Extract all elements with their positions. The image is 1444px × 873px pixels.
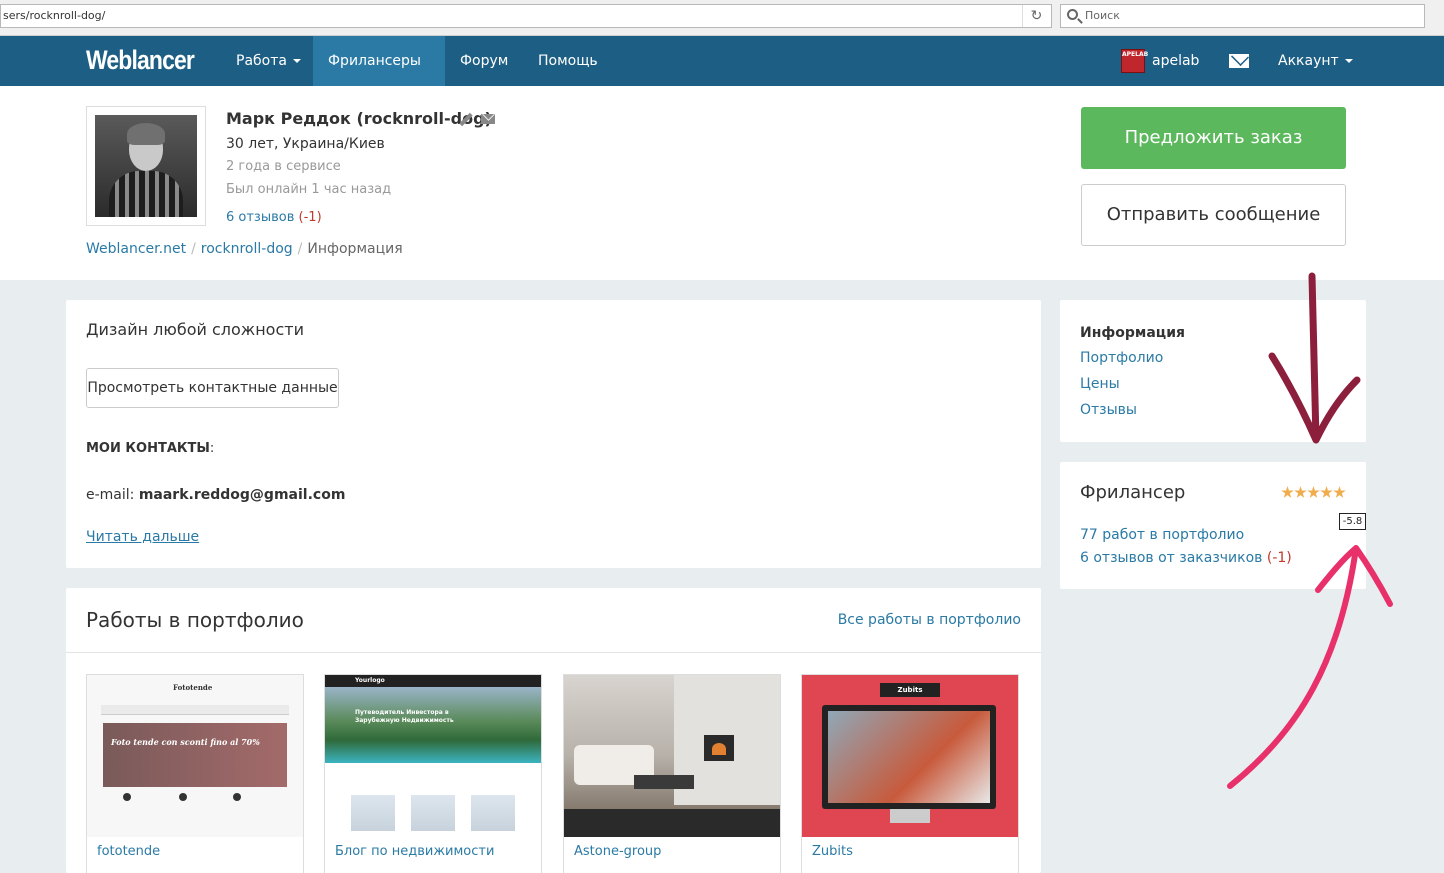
pencil-icon[interactable] (459, 113, 473, 127)
portfolio-item-caption[interactable]: fototende (97, 844, 160, 859)
reload-icon[interactable]: ↻ (1022, 5, 1050, 27)
client-reviews-text: 6 отзывов от заказчиков (1080, 550, 1263, 566)
client-reviews-link[interactable]: 6 отзывов от заказчиков (-1) (1080, 550, 1292, 566)
reviews-count: 6 отзывов (226, 210, 295, 225)
rating-tooltip: -5.8 (1339, 513, 1366, 530)
portfolio-item-caption[interactable]: Astone-group (574, 844, 661, 859)
section-nav-prices[interactable]: Цены (1080, 376, 1120, 392)
nav-item-forum[interactable]: Форум (445, 36, 523, 86)
contacts-heading-text: МОИ КОНТАКТЫ (86, 441, 210, 456)
nav-item-label: Помощь (538, 53, 598, 69)
portfolio-item[interactable]: Zubits Zubits (801, 674, 1019, 873)
portfolio-panel: Работы в портфолио Все работы в портфоли… (66, 588, 1041, 873)
caret-down-icon (1344, 59, 1353, 63)
thumbnail-brand: Fototende (173, 683, 213, 692)
send-message-button[interactable]: Отправить сообщение (1081, 184, 1346, 246)
about-panel: Дизайн любой сложности Просмотреть конта… (66, 300, 1041, 568)
section-nav-info: Информация (1080, 325, 1185, 341)
contacts-heading: МОИ КОНТАКТЫ: (86, 441, 214, 456)
user-avatar[interactable]: APELAB (1121, 49, 1148, 73)
thumbnail-brand: Yourlogo (355, 677, 385, 684)
divider (66, 652, 1041, 653)
freelancer-stats-panel: Фрилансер 77 работ в портфолио 6 отзывов… (1060, 462, 1366, 589)
portfolio-thumbnail[interactable]: Yourlogo Путеводитель Инвестора в Зарубе… (325, 675, 541, 837)
profile-last-online: Был онлайн 1 час назад (226, 182, 392, 197)
portfolio-item-caption[interactable]: Zubits (812, 844, 853, 859)
portfolio-item[interactable]: Astone-group (563, 674, 781, 873)
star-icon (1307, 486, 1320, 498)
profile-name: Марк Реддок (rocknroll-dog) (226, 109, 492, 128)
all-portfolio-link[interactable]: Все работы в портфолио (838, 612, 1021, 628)
search-placeholder: Поиск (1085, 9, 1120, 22)
profile-tagline: Дизайн любой сложности (86, 320, 304, 339)
rating-stars[interactable] (1281, 486, 1347, 500)
portfolio-item-caption[interactable]: Блог по недвижимости (335, 844, 494, 859)
breadcrumb-home[interactable]: Weblancer.net (86, 241, 186, 257)
caret-down-icon (292, 59, 301, 63)
email-value: maark.reddog@gmail.com (138, 487, 346, 503)
section-nav-portfolio[interactable]: Портфолио (1080, 350, 1163, 366)
address-bar[interactable]: sers/rocknroll-dog/ (0, 4, 1052, 28)
weblancer-logo[interactable]: Weblancer (86, 45, 195, 76)
search-icon (1067, 9, 1078, 20)
contacts-heading-colon: : (209, 441, 215, 456)
view-contacts-button[interactable]: Просмотреть контактные данные (86, 368, 339, 408)
portfolio-item[interactable]: Fototende Foto tende con sconti fino al … (86, 674, 304, 873)
breadcrumb: Weblancer.net / rocknroll-dog / Информация (86, 241, 403, 257)
freelancer-title: Фрилансер (1080, 482, 1186, 503)
profile-location: 30 лет, Украина/Киев (226, 136, 385, 152)
profile-photo (86, 106, 206, 226)
reviews-negative: (-1) (298, 210, 322, 225)
client-reviews-negative: (-1) (1266, 550, 1292, 566)
profile-reviews-link[interactable]: 6 отзывов (-1) (226, 210, 322, 225)
portfolio-title: Работы в портфолио (86, 608, 304, 632)
star-icon (1294, 486, 1307, 498)
portfolio-thumbnail[interactable] (564, 675, 780, 837)
nav-item-label: Фрилансеры (328, 53, 421, 69)
nav-item-work[interactable]: Работа (221, 36, 316, 86)
read-more-link[interactable]: Читать дальше (86, 529, 199, 545)
portfolio-count-link[interactable]: 77 работ в портфолио (1080, 527, 1244, 543)
profile-header: Марк Реддок (rocknroll-dog) 30 лет, Укра… (0, 86, 1444, 280)
star-icon (1333, 486, 1346, 498)
thumbnail-hero-text: Foto tende con sconti fino al 70% (111, 737, 260, 747)
user-name-link[interactable]: apelab (1152, 36, 1199, 86)
star-icon (1320, 486, 1333, 498)
breadcrumb-user[interactable]: rocknroll-dog (201, 241, 293, 257)
portfolio-thumbnail[interactable]: Fototende Foto tende con sconti fino al … (87, 675, 303, 837)
breadcrumb-current: Информация (307, 241, 403, 257)
envelope-icon[interactable] (1229, 54, 1249, 68)
thumbnail-hero-text: Путеводитель Инвестора в Зарубежную Недв… (355, 709, 454, 724)
portfolio-item[interactable]: Yourlogo Путеводитель Инвестора в Зарубе… (324, 674, 542, 873)
nav-item-label: Форум (460, 53, 509, 69)
browser-search-input[interactable]: Поиск (1060, 4, 1425, 28)
site-navbar: Weblancer Работа Фрилансеры Форум Помощь… (0, 36, 1444, 113)
star-icon (1281, 486, 1294, 498)
email-label: e-mail: (86, 487, 139, 503)
envelope-icon[interactable] (481, 114, 495, 124)
profile-service-time: 2 года в сервисе (226, 159, 341, 174)
account-label: Аккаунт (1278, 53, 1339, 69)
nav-item-freelancers[interactable]: Фрилансеры (313, 36, 445, 113)
account-menu[interactable]: Аккаунт (1278, 36, 1353, 86)
portfolio-thumbnail[interactable]: Zubits (802, 675, 1018, 837)
browser-toolbar: sers/rocknroll-dog/ ↻ Поиск (0, 0, 1444, 36)
profile-section-nav: Информация Портфолио Цены Отзывы (1060, 300, 1366, 442)
offer-order-button[interactable]: Предложить заказ (1081, 107, 1346, 169)
nav-item-help[interactable]: Помощь (523, 36, 613, 86)
thumbnail-brand: Zubits (880, 683, 940, 697)
contact-email: e-mail: maark.reddog@gmail.com (86, 487, 345, 503)
section-nav-reviews[interactable]: Отзывы (1080, 402, 1137, 418)
nav-item-label: Работа (236, 53, 287, 69)
